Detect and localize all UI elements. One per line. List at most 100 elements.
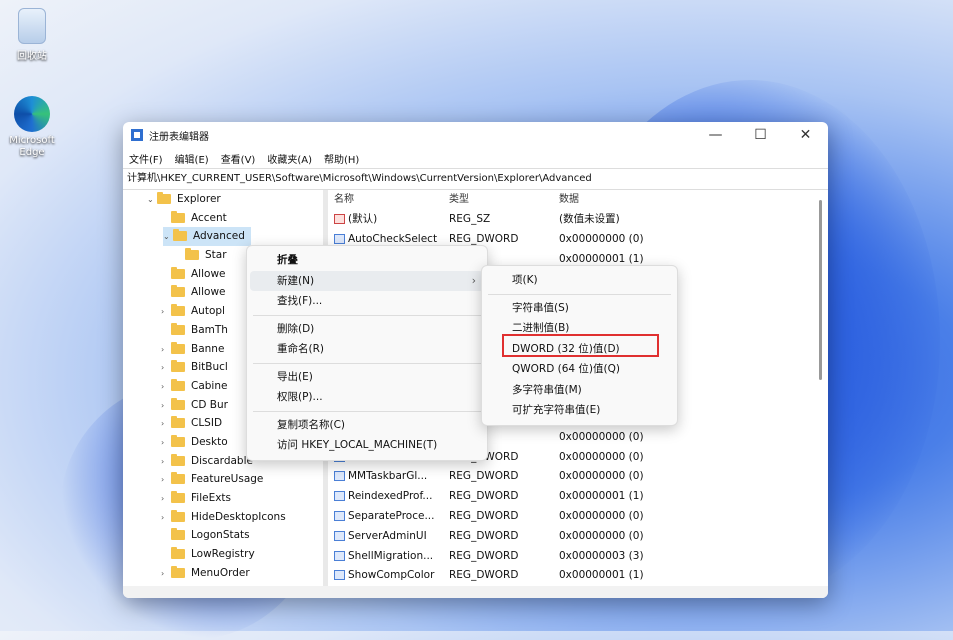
- value-type: REG_DWORD: [449, 549, 519, 562]
- tree-item-label: Autopl: [191, 305, 225, 318]
- value-row[interactable]: ReindexedProf... REG_DWORD 0x00000001 (1): [328, 487, 828, 507]
- value-data: 0x00000001 (1): [559, 490, 644, 503]
- value-name-text: ReindexedProf...: [348, 490, 433, 503]
- value-name-text: SeparateProce...: [348, 509, 435, 522]
- address-bar[interactable]: 计算机\HKEY_CURRENT_USER\Software\Microsoft…: [123, 168, 828, 190]
- chevron-right-icon[interactable]: ›: [161, 453, 171, 472]
- value-type: REG_DWORD: [449, 490, 519, 503]
- vertical-scrollbar[interactable]: [819, 200, 822, 380]
- menu-item[interactable]: 访问 HKEY_LOCAL_MACHINE(T): [247, 435, 487, 456]
- menu-item[interactable]: 项(K): [482, 270, 677, 291]
- tree-item[interactable]: › HideDesktopIcons: [123, 508, 323, 527]
- folder-icon: [171, 304, 185, 317]
- tree-item-label: BitBucl: [191, 361, 228, 374]
- tree-item-label: MenuOrder: [191, 566, 250, 579]
- value-name-text: ServerAdminUI: [348, 529, 427, 542]
- folder-icon: [171, 360, 185, 373]
- chevron-down-icon[interactable]: ⌄: [163, 228, 173, 247]
- menu-item-label: 删除(D): [277, 322, 315, 335]
- tree-item-label: LogonStats: [191, 529, 250, 542]
- chevron-right-icon[interactable]: ›: [161, 434, 171, 453]
- value-data: 0x00000000 (0): [559, 232, 644, 245]
- menu-item[interactable]: 复制项名称(C): [247, 415, 487, 436]
- value-row[interactable]: ShellMigration... REG_DWORD 0x00000003 (3): [328, 547, 828, 567]
- window-title: 注册表编辑器: [149, 131, 209, 143]
- menu-view[interactable]: 查看(V): [221, 151, 256, 166]
- recycle-bin-icon: [18, 8, 46, 44]
- menu-favorites[interactable]: 收藏夹(A): [267, 151, 312, 166]
- menu-item-label: 复制项名称(C): [277, 418, 346, 431]
- menu-item[interactable]: 查找(F)...: [247, 291, 487, 312]
- tree-item[interactable]: › MenuOrder: [123, 564, 323, 583]
- value-name: SeparateProce...: [328, 507, 449, 527]
- tree-item-label: BamTh: [191, 323, 228, 336]
- close-button[interactable]: ✕: [783, 127, 828, 143]
- reg-dword-icon: [334, 233, 345, 244]
- value-name-text: AutoCheckSelect: [348, 232, 438, 245]
- value-type: REG_DWORD: [449, 470, 519, 483]
- menu-item[interactable]: QWORD (64 位)值(Q): [482, 359, 677, 380]
- horizontal-scrollbar[interactable]: [123, 586, 828, 598]
- chevron-right-icon[interactable]: ›: [161, 565, 171, 584]
- maximize-button[interactable]: ☐: [738, 127, 783, 143]
- tree-item[interactable]: LowRegistry: [123, 545, 323, 564]
- menu-help[interactable]: 帮助(H): [324, 151, 359, 166]
- chevron-right-icon[interactable]: ›: [161, 303, 171, 322]
- tree-item[interactable]: ⌄ Explorer: [123, 190, 323, 209]
- value-data: 0x00000000 (0): [559, 430, 644, 443]
- tree-item[interactable]: ⌄ Advanced: [163, 227, 251, 247]
- desktop-icon-edge[interactable]: Microsoft Edge: [0, 96, 67, 159]
- menu-item[interactable]: 删除(D): [247, 319, 487, 340]
- tree-item-label: LowRegistry: [191, 548, 255, 561]
- menu-edit[interactable]: 编辑(E): [175, 151, 209, 166]
- value-name: ReindexedProf...: [328, 487, 449, 507]
- chevron-right-icon[interactable]: ›: [161, 509, 171, 528]
- tree-item-label: Accent: [191, 211, 227, 224]
- menu-item[interactable]: 重命名(R): [247, 339, 487, 360]
- menu-item-label: 权限(P)...: [277, 391, 323, 403]
- tree-item[interactable]: LogonStats: [123, 526, 323, 545]
- chevron-right-icon[interactable]: ›: [161, 341, 171, 360]
- folder-icon: [185, 248, 199, 261]
- chevron-right-icon[interactable]: ›: [161, 397, 171, 416]
- value-row[interactable]: ServerAdminUI REG_DWORD 0x00000000 (0): [328, 527, 828, 547]
- value-row[interactable]: SeparateProce... REG_DWORD 0x00000000 (0): [328, 507, 828, 527]
- menu-item[interactable]: 多字符串值(M): [482, 380, 677, 401]
- chevron-right-icon[interactable]: ›: [161, 415, 171, 434]
- menu-item[interactable]: 折叠: [247, 250, 487, 271]
- menu-file[interactable]: 文件(F): [129, 151, 163, 166]
- folder-icon: [171, 397, 185, 410]
- minimize-button[interactable]: —: [693, 127, 738, 143]
- folder-icon: [171, 322, 185, 335]
- tree-item[interactable]: › FileExts: [123, 489, 323, 508]
- menu-item[interactable]: 新建(N) ›: [250, 270, 484, 291]
- value-data: (数值未设置): [559, 213, 620, 225]
- menu-item[interactable]: 导出(E): [247, 367, 487, 388]
- chevron-down-icon[interactable]: ⌄: [147, 191, 157, 210]
- value-type: REG_DWORD: [449, 509, 519, 522]
- menu-item[interactable]: 字符串值(S): [482, 298, 677, 319]
- title-bar[interactable]: 注册表编辑器 — ☐ ✕: [123, 122, 828, 148]
- values-header: 名称 类型 数据: [328, 190, 828, 210]
- value-row[interactable]: (默认) REG_SZ (数值未设置): [328, 210, 828, 230]
- menu-item[interactable]: 可扩充字符串值(E): [482, 400, 677, 421]
- menu-item[interactable]: 权限(P)...: [247, 387, 487, 408]
- column-data-header[interactable]: 数据: [559, 190, 828, 210]
- desktop-icon-recycle-bin[interactable]: 回收站: [0, 8, 67, 62]
- chevron-right-icon[interactable]: ›: [161, 490, 171, 509]
- tree-item-label: CLSID: [191, 417, 223, 430]
- column-type-header[interactable]: 类型: [449, 190, 559, 210]
- chevron-right-icon[interactable]: ›: [161, 471, 171, 490]
- value-row[interactable]: ShowCompColor REG_DWORD 0x00000001 (1): [328, 566, 828, 586]
- column-name-header[interactable]: 名称: [328, 190, 449, 210]
- reg-dword-icon: [334, 471, 345, 482]
- chevron-right-icon[interactable]: ›: [161, 359, 171, 378]
- folder-icon: [171, 341, 185, 354]
- chevron-right-icon[interactable]: ›: [161, 378, 171, 397]
- value-row[interactable]: MMTaskbarGl... REG_DWORD 0x00000000 (0): [328, 467, 828, 487]
- menu-item-label: 折叠: [277, 254, 298, 266]
- menu-item-label: 访问 HKEY_LOCAL_MACHINE(T): [277, 439, 438, 451]
- menu-item-label: 项(K): [512, 274, 538, 286]
- tree-item[interactable]: Accent: [123, 209, 323, 228]
- tree-item[interactable]: › FeatureUsage: [123, 470, 323, 489]
